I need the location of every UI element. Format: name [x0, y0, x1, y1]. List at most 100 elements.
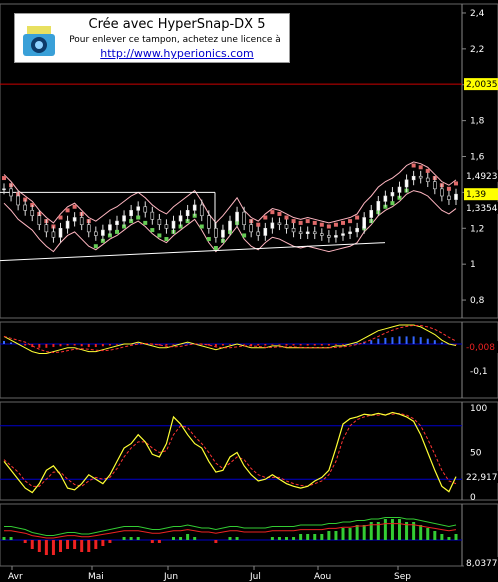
- stoch-value-badge: 22,917: [466, 473, 498, 483]
- volume-panel: 8,0377: [0, 503, 498, 569]
- price-candle: [369, 210, 374, 218]
- price-candle: [270, 222, 275, 229]
- trend-marker: [270, 210, 275, 215]
- trend-marker: [291, 219, 296, 224]
- price-candle: [320, 233, 324, 236]
- price-candle: [79, 217, 84, 225]
- price-candle: [440, 188, 444, 197]
- price-candle: [433, 181, 437, 190]
- trend-marker: [305, 219, 310, 224]
- price-candle: [277, 222, 282, 225]
- trend-marker: [164, 237, 169, 242]
- resistance-badge: 2,0035: [466, 80, 498, 90]
- stock-chart: 2,42,221,81,61,41,210,82,00351,49231,391…: [0, 3, 498, 582]
- watermark-title: Crée avec HyperSnap-DX 5: [88, 17, 266, 32]
- x-tick-label: Jul: [249, 572, 261, 582]
- volume-value-badge: 8,0377: [466, 559, 498, 569]
- price-candle: [228, 220, 232, 231]
- trend-marker: [65, 208, 70, 213]
- trend-marker: [446, 186, 451, 191]
- price-candle: [178, 215, 183, 222]
- price-candle: [291, 227, 296, 233]
- price-candle: [221, 229, 225, 238]
- price-candle: [376, 201, 381, 211]
- macd-tick-label: -0,1: [470, 367, 488, 377]
- trend-marker: [206, 237, 211, 242]
- price-candle: [30, 210, 35, 217]
- trend-marker: [213, 246, 218, 251]
- price-candle: [454, 193, 458, 200]
- last-price-badge: 1,39: [466, 190, 486, 200]
- price-candle: [256, 231, 261, 236]
- trend-marker: [425, 168, 430, 173]
- price-candle: [37, 215, 42, 225]
- trend-marker: [150, 228, 155, 233]
- trend-marker: [277, 211, 282, 216]
- price-candle: [94, 231, 98, 236]
- price-candle: [108, 224, 112, 231]
- x-tick-label: Sep: [394, 572, 411, 582]
- price-candle: [397, 186, 402, 193]
- trend-marker: [298, 220, 303, 225]
- trend-marker: [136, 215, 141, 220]
- price-tick-label: 1: [470, 260, 476, 270]
- x-tick-label: Aou: [314, 572, 331, 582]
- price-candle: [150, 211, 155, 220]
- price-tick-label: 0,8: [470, 296, 485, 306]
- price-candle: [164, 224, 169, 229]
- trend-marker: [312, 220, 317, 225]
- price-candle: [65, 220, 70, 229]
- trend-marker: [348, 219, 353, 224]
- x-tick-label: Avr: [8, 572, 23, 582]
- price-tick-label: 2,4: [470, 9, 485, 19]
- price-candle: [122, 215, 126, 222]
- watermark-link[interactable]: http://www.hyperionics.com: [77, 47, 277, 60]
- price-candle: [72, 217, 77, 222]
- trend-marker: [319, 222, 324, 227]
- price-candle: [362, 217, 366, 229]
- trend-marker: [418, 165, 423, 170]
- price-candle: [305, 231, 310, 234]
- x-tick-label: Mai: [88, 572, 104, 582]
- price-candle: [171, 220, 176, 229]
- trend-marker: [2, 176, 6, 181]
- price-candle: [235, 211, 239, 222]
- price-candle: [447, 195, 451, 200]
- trend-marker: [454, 181, 458, 186]
- price-tick-label: 1,6: [470, 153, 485, 163]
- x-tick-label: Jun: [163, 572, 178, 582]
- x-axis: Avr Mai Jun Jul Aou Sep: [8, 566, 411, 582]
- trend-marker: [143, 220, 148, 225]
- watermark-notice: Pour enlever ce tampon, achetez une lice…: [69, 35, 281, 45]
- stoch-d-line: [3, 412, 457, 487]
- price-candle: [199, 204, 204, 217]
- price-candle: [298, 231, 303, 234]
- price-candle: [411, 175, 416, 181]
- price-candle: [207, 215, 211, 229]
- price-candle: [404, 179, 409, 188]
- trend-marker: [263, 215, 268, 220]
- trend-marker: [284, 215, 289, 220]
- trend-marker: [256, 222, 261, 227]
- price-candle: [9, 188, 13, 197]
- trend-marker: [93, 244, 98, 249]
- stochastic-panel: 100 50 0 22,917: [0, 401, 498, 503]
- price-candle: [185, 210, 190, 217]
- stoch-tick-label: 0: [470, 493, 476, 503]
- trend-marker: [242, 233, 247, 238]
- macd-signal-line: [3, 324, 457, 354]
- price-candle: [16, 195, 20, 206]
- price-candle: [312, 231, 317, 234]
- price-candle: [157, 219, 162, 225]
- trend-marker: [199, 224, 204, 229]
- trend-marker: [390, 201, 395, 206]
- price-candle: [51, 231, 56, 238]
- volume-panel-border: [0, 503, 498, 567]
- price-candle: [341, 233, 345, 236]
- price-candle: [263, 227, 268, 236]
- stoch-tick-label: 50: [470, 449, 482, 459]
- price-candle: [129, 210, 133, 217]
- trend-marker: [115, 229, 119, 234]
- price-candle: [355, 227, 359, 233]
- hypersnap-watermark: Crée avec HyperSnap-DX 5 Pour enlever ce…: [14, 13, 290, 63]
